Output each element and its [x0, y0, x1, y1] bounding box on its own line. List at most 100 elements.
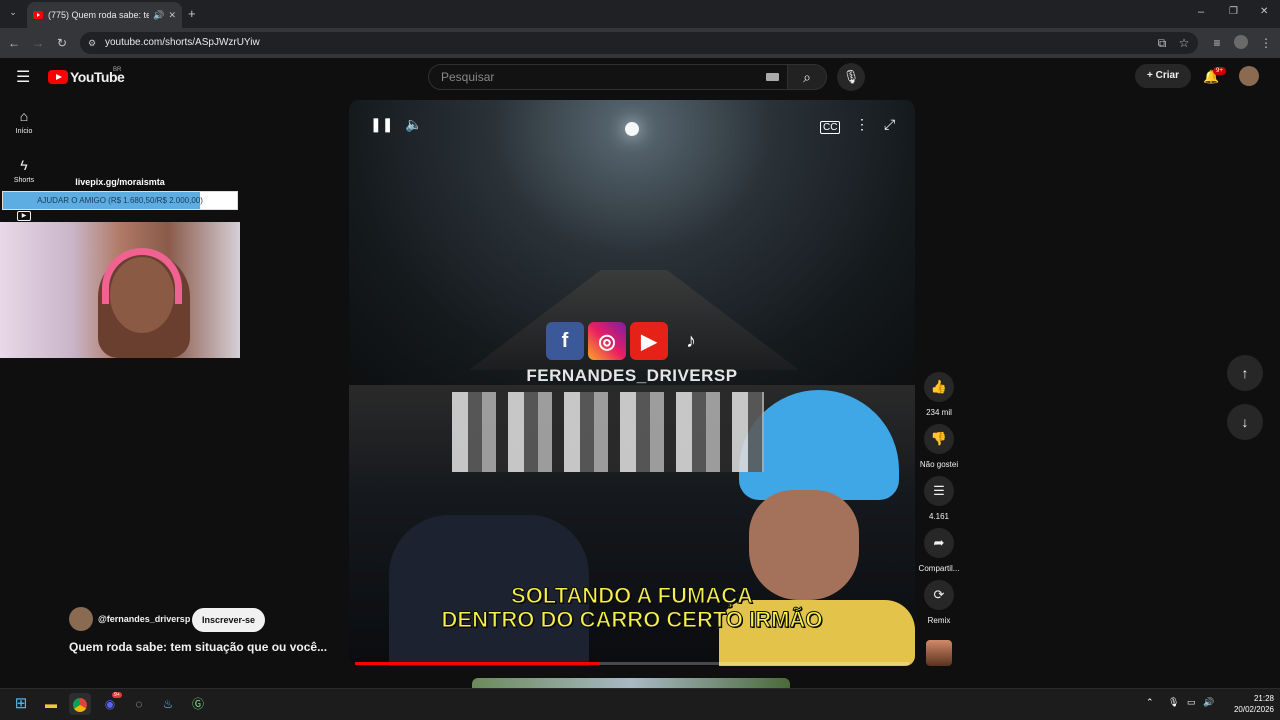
browser-menu-icon[interactable]: ⋮: [1258, 33, 1274, 53]
thumbs-up-icon: 👍: [924, 372, 954, 402]
video-progress-bar[interactable]: [355, 662, 909, 665]
donation-progress-text: AJUDAR O AMIGO (R$ 1.680,50/R$ 2.000,00): [37, 196, 203, 205]
forward-arrow-icon[interactable]: →: [30, 33, 46, 53]
fullscreen-icon[interactable]: ⤢: [884, 116, 895, 133]
previous-video-button[interactable]: ↑: [1227, 355, 1263, 391]
tab-search-icon[interactable]: ⌄: [6, 7, 20, 21]
share-button[interactable]: ➦ Compartil...: [917, 528, 961, 573]
channel-thumbnail[interactable]: [926, 640, 952, 666]
reload-icon[interactable]: ↻: [54, 33, 70, 53]
keyboard-icon[interactable]: [766, 73, 779, 81]
donation-title: livepix.gg/moraismta: [75, 177, 165, 187]
subscribe-button[interactable]: Inscrever-se: [192, 608, 265, 632]
app-icon[interactable]: ◌: [128, 693, 150, 715]
steam-icon[interactable]: ♨: [157, 693, 179, 715]
youtube-logo-icon[interactable]: [48, 70, 68, 84]
tab-close-icon[interactable]: ✕: [168, 10, 176, 21]
share-label: Compartil...: [918, 564, 960, 573]
instagram-icon: ◎: [588, 322, 626, 360]
tab-title: (775) Quem roda sabe: tem: [48, 10, 150, 20]
subscriptions-icon[interactable]: ▶: [17, 211, 31, 221]
tray-volume-icon[interactable]: 🔊: [1203, 697, 1214, 708]
account-avatar[interactable]: [1239, 66, 1259, 86]
app2-icon[interactable]: Ⓖ: [187, 693, 209, 715]
new-tab-button[interactable]: +: [188, 6, 196, 21]
comment-icon: ☰: [924, 476, 954, 506]
browser-tab[interactable]: (775) Quem roda sabe: tem 🔊 ✕: [27, 2, 182, 28]
audio-playing-icon[interactable]: 🔊: [153, 10, 164, 21]
comments-button[interactable]: ☰ 4.161: [917, 476, 961, 521]
close-window-icon[interactable]: ✕: [1260, 6, 1268, 17]
search-input[interactable]: Pesquisar: [428, 64, 788, 90]
tray-mic-icon[interactable]: 🎙: [1168, 697, 1179, 708]
notification-badge: 9+: [1213, 67, 1226, 75]
shorts-video-player[interactable]: f ◎ ▶ ♪ FERNANDES_DRIVERSP SOLTANDO A FU…: [349, 100, 915, 666]
site-info-icon[interactable]: ⚙: [88, 32, 96, 54]
bookmark-star-icon[interactable]: ☆: [1176, 33, 1192, 53]
chrome-icon[interactable]: [69, 693, 91, 715]
channel-avatar[interactable]: [69, 607, 93, 631]
sidebar-item-home[interactable]: ⌂ Início: [2, 108, 46, 135]
address-bar[interactable]: ⚙ youtube.com/shorts/ASpJWzrUYiw: [80, 32, 1198, 54]
video-watermark: FERNANDES_DRIVERSP: [526, 366, 738, 385]
windows-start-icon[interactable]: ⊞: [10, 693, 32, 715]
volume-icon[interactable]: 🔈: [405, 116, 422, 133]
minimize-window-icon[interactable]: –: [1198, 6, 1204, 18]
search-icon: ⌕: [803, 69, 811, 85]
hamburger-menu-icon[interactable]: ☰: [16, 67, 30, 87]
create-button[interactable]: + Criar: [1135, 64, 1191, 88]
subtitle-line-2: DENTRO DO CARRO CERTO IRMÃO: [441, 607, 823, 633]
facebook-icon: f: [546, 322, 584, 360]
remix-label: Remix: [927, 616, 951, 625]
street-light: [625, 122, 639, 136]
discord-badge: 9+: [112, 692, 122, 698]
arrow-down-icon: ↓: [1241, 414, 1249, 430]
sidebar-item-label: Início: [15, 128, 33, 135]
media-control-icon[interactable]: ≡: [1209, 33, 1225, 53]
pixelated-censor: [452, 392, 764, 472]
video-progress-fill: [355, 662, 599, 665]
subtitle-line-1: SOLTANDO A FUMAÇA: [511, 583, 754, 609]
captions-icon[interactable]: CC: [820, 121, 841, 134]
microphone-icon: 🎙: [842, 69, 860, 84]
social-logos: f ◎ ▶ ♪: [546, 322, 710, 362]
tray-network-icon[interactable]: ▭: [1187, 697, 1196, 708]
comments-count: 4.161: [928, 512, 950, 521]
dislike-label: Não gostei: [919, 460, 959, 469]
channel-handle[interactable]: @fernandes_driversp: [98, 614, 190, 624]
install-app-icon[interactable]: ⧉: [1154, 33, 1170, 53]
shorts-icon: ϟ: [20, 157, 28, 173]
system-clock[interactable]: 21:28 20/02/2026: [1222, 693, 1274, 715]
pause-icon[interactable]: ❚❚: [370, 116, 393, 133]
plus-icon: +: [1147, 70, 1156, 81]
like-count: 234 mil: [926, 408, 952, 417]
remix-icon: ⟳: [924, 580, 954, 610]
webcam-overlay: [0, 222, 240, 358]
more-options-icon[interactable]: ⋮: [855, 116, 869, 133]
create-label: Criar: [1155, 70, 1179, 81]
remix-button[interactable]: ⟳ Remix: [917, 580, 961, 625]
youtube-favicon-icon: [33, 11, 43, 19]
next-video-button[interactable]: ↓: [1227, 404, 1263, 440]
search-button[interactable]: ⌕: [787, 64, 827, 90]
clock-time: 21:28: [1253, 694, 1274, 703]
arrow-up-icon: ↑: [1241, 365, 1249, 381]
dislike-button[interactable]: 👎 Não gostei: [917, 424, 961, 469]
donation-progress-bar: AJUDAR O AMIGO (R$ 1.680,50/R$ 2.000,00): [2, 191, 238, 210]
file-explorer-icon[interactable]: ▬: [40, 693, 62, 715]
chrome-logo: [73, 697, 87, 712]
like-button[interactable]: 👍 234 mil: [917, 372, 961, 417]
tiktok-icon: ♪: [686, 329, 696, 352]
video-title[interactable]: Quem roda sabe: tem situação que ou você…: [69, 640, 349, 654]
back-arrow-icon[interactable]: ←: [6, 33, 22, 53]
home-icon: ⌂: [19, 108, 29, 124]
youtube-icon: ▶: [630, 322, 668, 360]
voice-search-button[interactable]: 🎙: [837, 63, 865, 91]
profile-avatar-icon[interactable]: [1234, 35, 1248, 49]
headset-icon: [102, 248, 182, 304]
clock-date: 20/02/2026: [1233, 705, 1274, 714]
tray-overflow-icon[interactable]: ⌃: [1146, 697, 1154, 708]
restore-window-icon[interactable]: ❐: [1229, 6, 1238, 17]
search-placeholder: Pesquisar: [441, 70, 495, 84]
address-url: youtube.com/shorts/ASpJWzrUYiw: [105, 37, 260, 48]
